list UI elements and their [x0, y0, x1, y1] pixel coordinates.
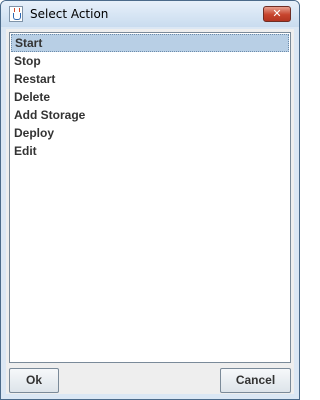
close-icon: ✕ [272, 7, 282, 20]
list-item-start[interactable]: Start [11, 34, 289, 52]
title-bar[interactable]: Select Action ✕ [1, 1, 299, 27]
list-item-add-storage[interactable]: Add Storage [11, 106, 289, 124]
action-list[interactable]: Start Stop Restart Delete Add Storage De… [9, 32, 291, 363]
list-item-stop[interactable]: Stop [11, 52, 289, 70]
list-item-edit[interactable]: Edit [11, 142, 289, 160]
java-cup-icon [9, 6, 23, 22]
close-button[interactable]: ✕ [263, 6, 291, 22]
list-item-restart[interactable]: Restart [11, 70, 289, 88]
list-item-delete[interactable]: Delete [11, 88, 289, 106]
list-item-deploy[interactable]: Deploy [11, 124, 289, 142]
dialog-content: Start Stop Restart Delete Add Storage De… [6, 29, 294, 394]
ok-button[interactable]: Ok [9, 368, 59, 393]
cancel-button[interactable]: Cancel [220, 368, 291, 393]
window-title: Select Action [30, 7, 109, 21]
select-action-dialog: Select Action ✕ Start Stop Restart Delet… [0, 0, 300, 400]
